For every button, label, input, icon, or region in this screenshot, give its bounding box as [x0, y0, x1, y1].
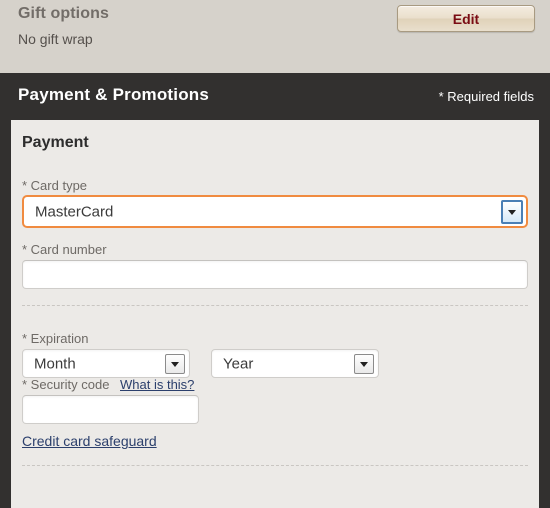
- security-code-input[interactable]: [22, 395, 199, 424]
- chevron-down-icon[interactable]: [354, 353, 374, 374]
- required-fields-note: * Required fields: [438, 89, 534, 104]
- card-number-input[interactable]: [22, 260, 528, 289]
- chevron-down-icon[interactable]: [501, 199, 523, 224]
- card-type-label: * Card type: [22, 178, 88, 193]
- payment-promotions-section: Payment & Promotions * Required fields P…: [0, 73, 550, 508]
- expiration-month-value: Month: [34, 355, 76, 372]
- credit-card-safeguard-link[interactable]: Credit card safeguard: [22, 433, 157, 449]
- gift-options-title: Gift options: [18, 5, 109, 22]
- payment-panel: Payment * Card type MasterCard * Card nu…: [11, 120, 539, 508]
- chevron-down-icon[interactable]: [165, 353, 185, 374]
- expiration-label: * Expiration: [22, 331, 89, 346]
- security-code-label: * Security code: [22, 377, 110, 392]
- section-title: Payment & Promotions: [18, 85, 210, 104]
- edit-gift-options-button[interactable]: Edit: [397, 5, 535, 32]
- caret-glyph: [508, 209, 516, 215]
- section-header: Payment & Promotions * Required fields: [0, 73, 550, 120]
- expiration-year-select[interactable]: Year: [211, 349, 379, 378]
- payment-heading: Payment: [22, 134, 89, 151]
- card-type-value: MasterCard: [35, 203, 114, 220]
- what-is-this-link[interactable]: What is this?: [120, 377, 194, 392]
- gift-options-status: No gift wrap: [18, 31, 93, 47]
- gift-options-row: Gift options No gift wrap Edit: [0, 0, 550, 73]
- caret-glyph: [171, 361, 179, 367]
- expiration-month-select[interactable]: Month: [22, 349, 190, 378]
- divider-safeguard: [22, 465, 528, 466]
- checkout-page: Gift options No gift wrap Edit Payment &…: [0, 0, 550, 508]
- divider-card: [22, 305, 528, 306]
- caret-glyph: [360, 361, 368, 367]
- card-number-label: * Card number: [22, 242, 107, 257]
- card-type-select[interactable]: MasterCard: [22, 195, 528, 228]
- expiration-year-value: Year: [223, 355, 254, 372]
